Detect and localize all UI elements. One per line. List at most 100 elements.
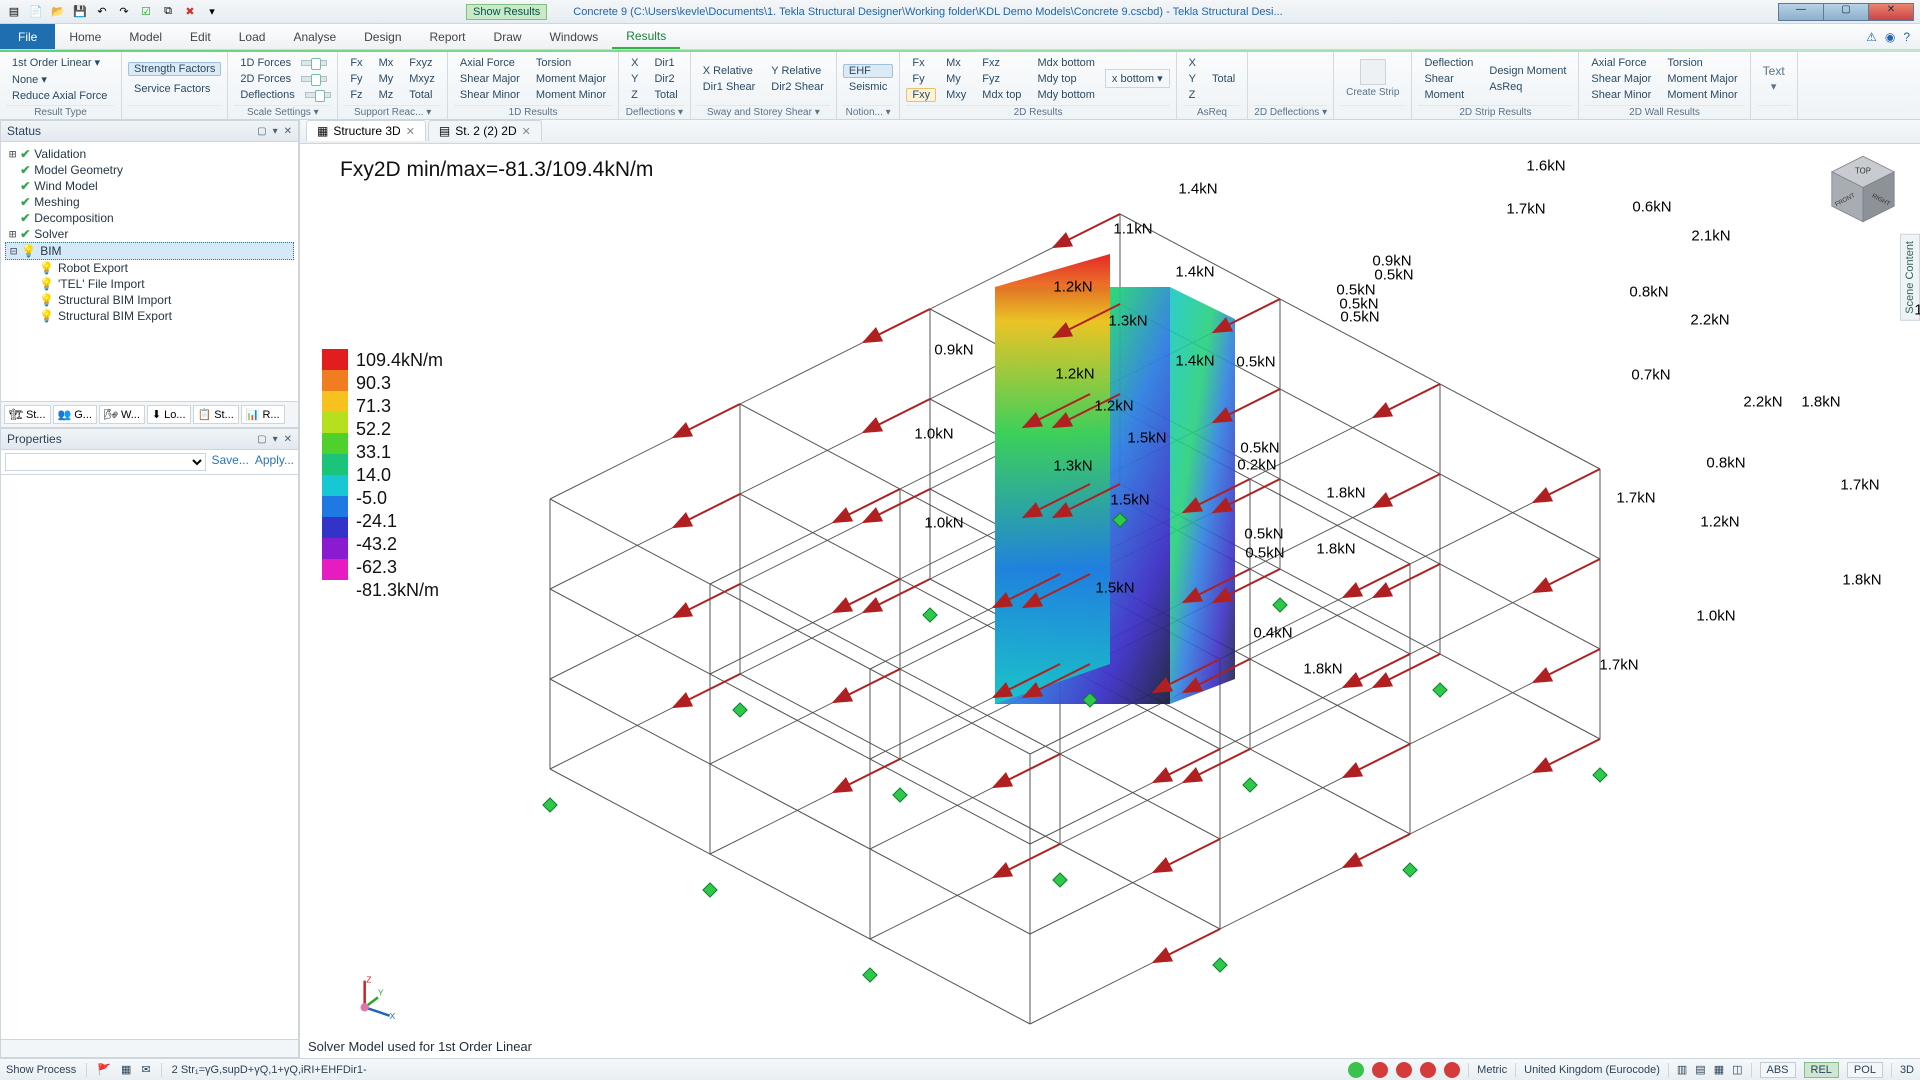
as-y[interactable]: Y	[1183, 72, 1202, 86]
properties-header[interactable]: Properties ▢▾✕	[0, 428, 299, 450]
d2-mdxb[interactable]: Mdx bottom	[1031, 56, 1100, 70]
tab-load[interactable]: Load	[225, 24, 280, 49]
w-mmn[interactable]: Moment Minor	[1661, 88, 1743, 102]
tab-close-icon[interactable]: ✕	[406, 125, 415, 138]
tree-model-geometry[interactable]: Model Geometry	[34, 163, 123, 177]
tab-edit[interactable]: Edit	[176, 24, 225, 49]
d1-smaj[interactable]: Shear Major	[454, 72, 526, 86]
dropdown-icon[interactable]: ▾	[204, 4, 220, 20]
tab-home[interactable]: Home	[55, 24, 115, 49]
show-process-button[interactable]: Show Process	[6, 1064, 76, 1076]
sr-fx[interactable]: Fx	[344, 56, 368, 70]
btab-loads[interactable]: ⬇ Lo...	[147, 405, 191, 424]
new-icon[interactable]: 📄	[28, 4, 44, 20]
st-mom[interactable]: Moment	[1418, 88, 1479, 102]
strength-factors[interactable]: Strength Factors	[128, 62, 221, 76]
tree-validation[interactable]: Validation	[34, 147, 86, 161]
notional-ehf[interactable]: EHF	[843, 64, 894, 78]
w-ax[interactable]: Axial Force	[1585, 56, 1657, 70]
create-strip-button[interactable]: Create Strip	[1340, 52, 1405, 105]
panel-pin-icon[interactable]: ▾	[273, 126, 278, 137]
tab-windows[interactable]: Windows	[536, 24, 613, 49]
tab-report[interactable]: Report	[416, 24, 480, 49]
group-support[interactable]: Support Reac... ▾	[344, 105, 441, 119]
copy-icon[interactable]: ⧉	[160, 4, 176, 20]
tab-design[interactable]: Design	[350, 24, 415, 49]
tab-file[interactable]: File	[0, 24, 55, 49]
d2-fyz[interactable]: Fyz	[976, 72, 1027, 86]
sb-icon-cube[interactable]: ▦	[121, 1063, 131, 1076]
def-d2[interactable]: Dir2	[648, 72, 683, 86]
minimize-button[interactable]: —	[1778, 3, 1824, 21]
sb-icon-d[interactable]: ◫	[1732, 1063, 1742, 1076]
properties-selector[interactable]	[5, 453, 206, 471]
w-tor[interactable]: Torsion	[1661, 56, 1743, 70]
sw-d2s[interactable]: Dir2 Shear	[765, 80, 830, 94]
st-as[interactable]: AsReq	[1483, 80, 1572, 94]
tree-decomposition[interactable]: Decomposition	[34, 211, 113, 225]
load-combo[interactable]: 2 Str₁=γG,supD+γQ,1+γQ,iRI+EHFDir1-	[172, 1064, 367, 1076]
d2-combo[interactable]: x bottom ▾	[1105, 69, 1170, 88]
units-metric[interactable]: Metric	[1477, 1064, 1507, 1076]
tab-analyse[interactable]: Analyse	[279, 24, 350, 49]
mode-pol[interactable]: POL	[1847, 1062, 1883, 1078]
text-button[interactable]: Text▾	[1757, 52, 1791, 105]
tree-robot-export[interactable]: Robot Export	[58, 261, 128, 275]
d1-mmin[interactable]: Moment Minor	[530, 88, 612, 102]
properties-apply[interactable]: Apply...	[255, 453, 294, 471]
sr-fy[interactable]: Fy	[344, 72, 368, 86]
sr-fz[interactable]: Fz	[344, 88, 368, 102]
btab-structure[interactable]: 🏗 St...	[4, 405, 51, 424]
d2-fx[interactable]: Fx	[906, 56, 936, 70]
scale-1d[interactable]: 1D Forces	[234, 56, 297, 70]
st-def[interactable]: Deflection	[1418, 56, 1479, 70]
status-err3-icon[interactable]	[1420, 1062, 1436, 1078]
status-err2-icon[interactable]	[1396, 1062, 1412, 1078]
w-smn[interactable]: Shear Minor	[1585, 88, 1657, 102]
as-tot[interactable]: Total	[1206, 72, 1241, 86]
mode-abs[interactable]: ABS	[1760, 1062, 1796, 1078]
d2-fxy[interactable]: Fxy	[906, 88, 936, 102]
status-ok-icon[interactable]	[1348, 1062, 1364, 1078]
tab-results[interactable]: Results	[612, 24, 680, 49]
sr-mx[interactable]: Mx	[373, 56, 400, 70]
properties-save[interactable]: Save...	[212, 453, 249, 471]
sb-icon-flag[interactable]: 🚩	[97, 1063, 111, 1076]
d2-mdxt[interactable]: Mdx top	[976, 88, 1027, 102]
st-sh[interactable]: Shear	[1418, 72, 1479, 86]
delete-icon[interactable]: ✖	[182, 4, 198, 20]
prop-close-icon[interactable]: ✕	[284, 434, 292, 445]
d1-smin[interactable]: Shear Minor	[454, 88, 526, 102]
slider-1d[interactable]	[301, 60, 327, 66]
def-y[interactable]: Y	[625, 72, 644, 86]
tab-close-icon[interactable]: ✕	[522, 125, 531, 138]
sb-icon-b[interactable]: ▤	[1695, 1063, 1705, 1076]
def-x[interactable]: X	[625, 56, 644, 70]
tab-draw[interactable]: Draw	[480, 24, 536, 49]
group-sway[interactable]: Sway and Storey Shear ▾	[697, 105, 830, 119]
d2-mdyb[interactable]: Mdy bottom	[1031, 88, 1100, 102]
tree-bim-export[interactable]: Structural BIM Export	[58, 309, 172, 323]
tree-tel-import[interactable]: 'TEL' File Import	[58, 277, 145, 291]
mode-rel[interactable]: REL	[1804, 1062, 1839, 1078]
check-icon[interactable]: ☑	[138, 4, 154, 20]
open-icon[interactable]: 📂	[50, 4, 66, 20]
group-2d-deflections[interactable]: 2D Deflections ▾	[1254, 105, 1327, 119]
def-z[interactable]: Z	[625, 88, 644, 102]
sw-d1s[interactable]: Dir1 Shear	[697, 80, 762, 94]
redo-icon[interactable]: ↷	[116, 4, 132, 20]
sr-mz[interactable]: Mz	[373, 88, 400, 102]
undo-icon[interactable]: ↶	[94, 4, 110, 20]
reduce-axial-force[interactable]: Reduce Axial Force	[6, 89, 113, 103]
prop-pin-icon[interactable]: ▾	[273, 434, 278, 445]
d1-mmaj[interactable]: Moment Major	[530, 72, 612, 86]
d1-axial[interactable]: Axial Force	[454, 56, 526, 70]
tree-bim[interactable]: BIM	[40, 244, 61, 258]
slider-2d[interactable]	[301, 76, 327, 82]
sb-icon-c[interactable]: ▦	[1714, 1063, 1724, 1076]
slider-defl[interactable]	[305, 92, 331, 98]
group-scale[interactable]: Scale Settings ▾	[234, 105, 331, 119]
tree-bim-import[interactable]: Structural BIM Import	[58, 293, 171, 307]
sr-fxyz[interactable]: Fxyz	[403, 56, 441, 70]
view-cube[interactable]: TOP FRONT RIGHT	[1824, 150, 1902, 228]
